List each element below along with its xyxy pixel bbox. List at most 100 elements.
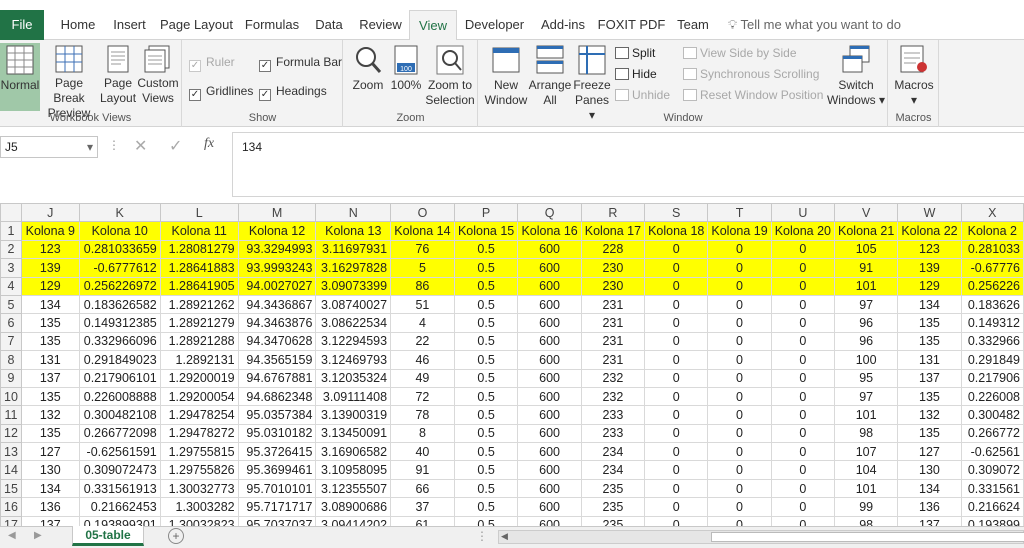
cell[interactable]: 600 xyxy=(517,497,582,517)
cell[interactable]: 129 xyxy=(20,276,80,296)
horizontal-scrollbar[interactable]: ◀ xyxy=(498,530,1024,544)
cell[interactable]: 0.183626 xyxy=(960,294,1024,315)
cell[interactable]: Kolona 21 xyxy=(833,221,899,241)
cell[interactable]: 3.13450091 xyxy=(315,423,392,444)
column-header-p[interactable]: P xyxy=(453,202,519,223)
cell[interactable]: 0.5 xyxy=(453,423,519,444)
tab-data[interactable]: Data xyxy=(306,10,352,40)
cell[interactable]: 0.281033 xyxy=(960,239,1024,260)
cell[interactable]: 136 xyxy=(20,497,80,517)
cell[interactable]: 0 xyxy=(707,442,772,462)
tab-add-ins[interactable]: Add-ins xyxy=(532,10,594,40)
cell[interactable]: 0.5 xyxy=(453,460,519,480)
cell[interactable]: 0.266772 xyxy=(960,423,1024,444)
tab-review[interactable]: Review xyxy=(352,10,409,40)
cell[interactable]: 0 xyxy=(707,239,772,260)
cell[interactable]: 1.28081279 xyxy=(159,239,239,260)
column-header-v[interactable]: V xyxy=(833,202,899,223)
enter-icon[interactable]: ✓ xyxy=(169,136,182,156)
cell[interactable]: 0.256226 xyxy=(960,276,1024,296)
column-header-k[interactable]: K xyxy=(78,202,161,223)
cell[interactable]: 600 xyxy=(517,423,582,444)
tell-me-box[interactable]: 💡︎ Tell me what you want to do xyxy=(728,10,901,40)
cell[interactable]: 0.216624 xyxy=(960,497,1024,517)
cell[interactable]: 1.28641883 xyxy=(159,258,239,278)
cell[interactable]: -0.67776 xyxy=(960,258,1024,278)
cell[interactable]: 0.5 xyxy=(453,313,519,333)
cell[interactable]: 0 xyxy=(707,405,772,425)
cell[interactable]: 0.5 xyxy=(453,442,519,462)
cell[interactable]: Kolona 13 xyxy=(315,221,392,241)
row-header[interactable]: 8 xyxy=(0,350,22,370)
cell[interactable]: Kolona 17 xyxy=(580,221,646,241)
zoom-to-selection-button[interactable]: Zoom to Selection xyxy=(424,45,476,108)
cell[interactable]: 1.28921279 xyxy=(159,313,239,333)
cell[interactable]: Kolona 18 xyxy=(644,221,709,241)
cell[interactable]: 3.09111408 xyxy=(315,386,392,407)
cell[interactable]: 0.300482 xyxy=(960,405,1024,425)
cell[interactable]: 132 xyxy=(897,405,962,425)
cell[interactable]: 134 xyxy=(897,478,962,499)
cell[interactable]: 130 xyxy=(897,460,962,480)
cell[interactable]: 1.29200054 xyxy=(159,386,239,407)
cell[interactable]: 135 xyxy=(897,313,962,333)
cell[interactable]: 228 xyxy=(580,239,646,260)
cell[interactable]: 0 xyxy=(644,258,709,278)
cell[interactable]: 3.12035324 xyxy=(315,368,392,388)
cell[interactable]: 95.7171717 xyxy=(237,497,317,517)
cell[interactable]: Kolona 10 xyxy=(78,221,161,241)
cell[interactable]: 94.6767881 xyxy=(237,368,317,388)
cell[interactable]: 0 xyxy=(644,405,709,425)
cell[interactable]: 0.5 xyxy=(453,386,519,407)
cell[interactable]: 0.256226972 xyxy=(78,276,161,296)
hide-button[interactable]: Hide xyxy=(615,65,657,83)
cell[interactable]: 232 xyxy=(580,368,646,388)
add-sheet-icon[interactable]: + xyxy=(168,528,184,544)
cell[interactable]: 3.13900319 xyxy=(315,405,392,425)
cell[interactable]: 0 xyxy=(644,294,709,315)
cell[interactable]: 94.3470628 xyxy=(237,331,317,352)
cell[interactable]: 97 xyxy=(833,294,899,315)
cell[interactable]: 101 xyxy=(833,478,899,499)
cell[interactable]: 0 xyxy=(644,442,709,462)
cell[interactable]: 0 xyxy=(770,405,836,425)
cell[interactable]: 139 xyxy=(20,258,80,278)
cell[interactable]: 0.309072473 xyxy=(78,460,161,480)
row-header[interactable]: 3 xyxy=(0,258,22,278)
cell[interactable]: 1.28921262 xyxy=(159,294,239,315)
normal-view-button[interactable]: Normal xyxy=(0,43,40,111)
cell[interactable]: 0.226008 xyxy=(960,386,1024,407)
tab-developer[interactable]: Developer xyxy=(457,10,532,40)
insert-function-icon[interactable]: fx xyxy=(204,136,214,152)
cell[interactable]: 0.331561 xyxy=(960,478,1024,499)
cell[interactable]: 1.29755815 xyxy=(159,442,239,462)
cell[interactable]: 0 xyxy=(707,350,772,370)
cell[interactable]: 0 xyxy=(644,386,709,407)
tab-page-layout[interactable]: Page Layout xyxy=(155,10,238,40)
cell[interactable]: 93.3294993 xyxy=(237,239,317,260)
cell[interactable]: 129 xyxy=(897,276,962,296)
cell[interactable]: 101 xyxy=(833,405,899,425)
scrollbar-thumb[interactable] xyxy=(711,532,1024,542)
cell[interactable]: 0 xyxy=(770,368,836,388)
tab-home[interactable]: Home xyxy=(52,10,104,40)
page-layout-button[interactable]: Page Layout xyxy=(100,45,136,106)
cell[interactable]: 135 xyxy=(20,386,80,407)
cell[interactable]: 95.3699461 xyxy=(237,460,317,480)
cell[interactable]: 131 xyxy=(897,350,962,370)
cell[interactable]: 0.5 xyxy=(453,478,519,499)
cell[interactable]: 1.30032773 xyxy=(159,478,239,499)
cell[interactable]: 127 xyxy=(20,442,80,462)
cell[interactable]: 0.281033659 xyxy=(78,239,161,260)
tab-team[interactable]: Team xyxy=(669,10,717,40)
cell[interactable]: 231 xyxy=(580,331,646,352)
tab-insert[interactable]: Insert xyxy=(104,10,155,40)
column-header-m[interactable]: M xyxy=(237,202,317,223)
cell[interactable]: 0.149312385 xyxy=(78,313,161,333)
cell[interactable]: 0 xyxy=(770,313,836,333)
cell[interactable]: 1.29478254 xyxy=(159,405,239,425)
cell[interactable]: 137 xyxy=(20,368,80,388)
cell[interactable]: 0 xyxy=(707,368,772,388)
row-header[interactable]: 5 xyxy=(0,294,22,315)
row-header[interactable]: 2 xyxy=(0,239,22,260)
